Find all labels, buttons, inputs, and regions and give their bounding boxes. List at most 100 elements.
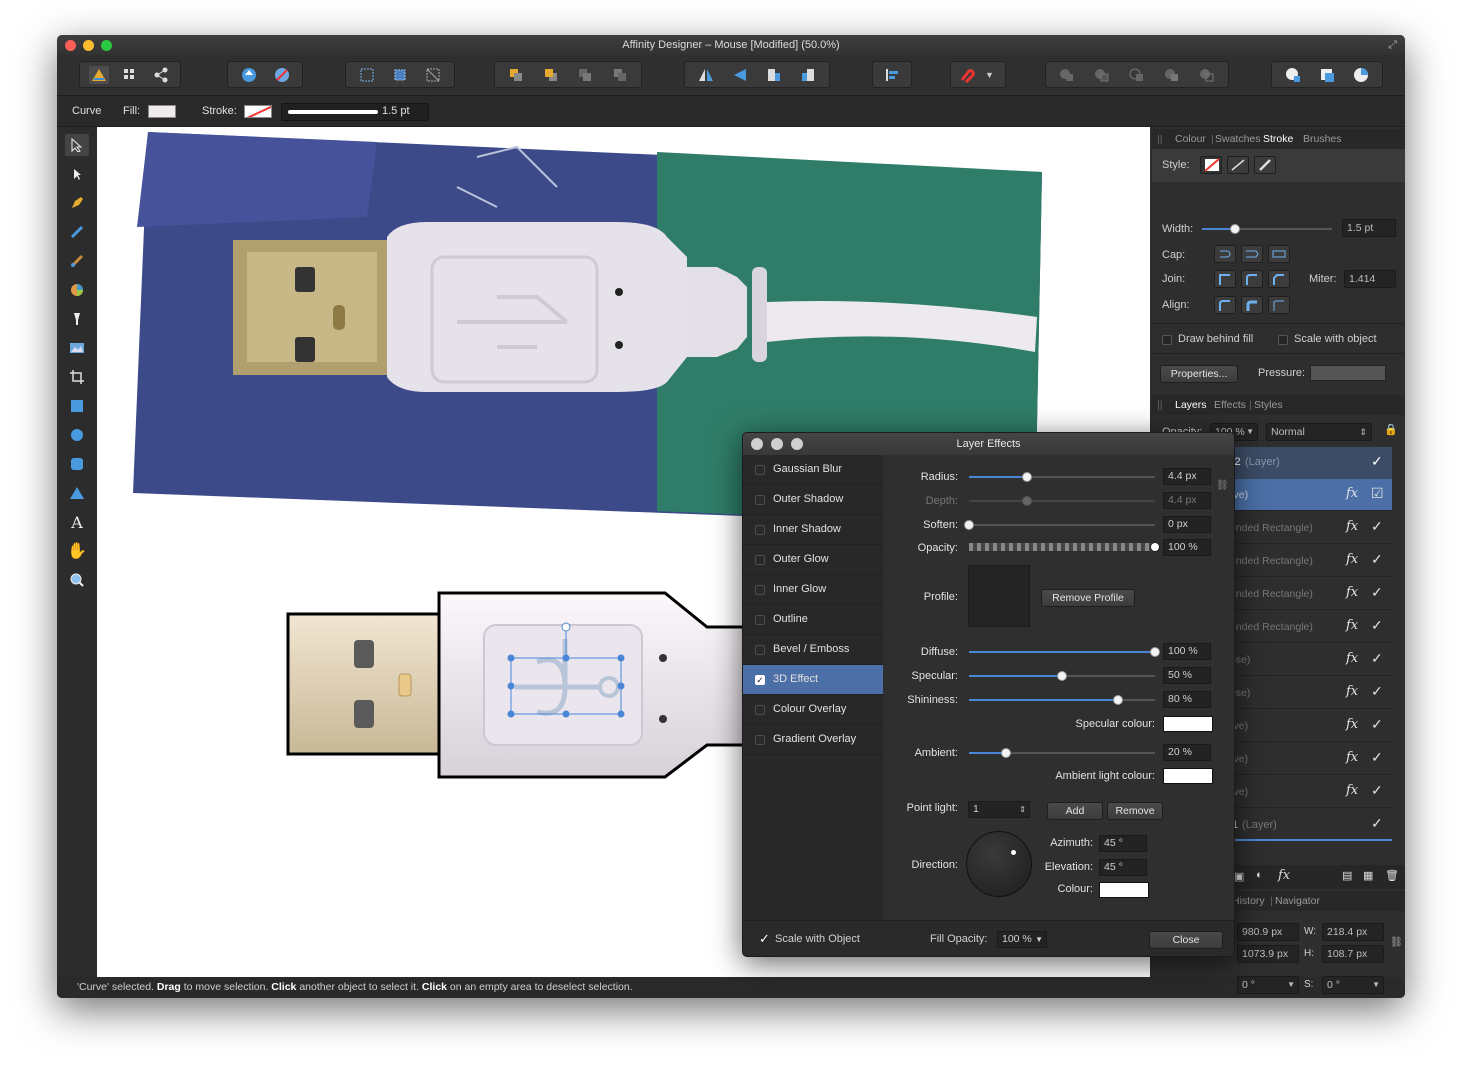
tab-swatches[interactable]: Swatches [1215, 133, 1261, 145]
specular-slider[interactable] [969, 671, 1155, 681]
move-forward-icon[interactable] [541, 66, 561, 84]
transform-r-field[interactable]: 0 ° ▼ [1237, 976, 1299, 994]
hand-tool-icon[interactable]: ✋ [65, 540, 89, 562]
align-inside-icon[interactable] [1241, 296, 1263, 314]
adjustment-icon[interactable]: ◐ [1256, 869, 1263, 881]
tab-styles[interactable]: Styles [1254, 399, 1283, 411]
fx-icon[interactable]: fx [1346, 618, 1358, 633]
fx-icon[interactable]: fx [1346, 750, 1358, 765]
visibility-check-icon[interactable]: ✓ [1371, 617, 1383, 634]
fill-tool-icon[interactable] [65, 279, 89, 301]
add-layer-icon[interactable]: ▤ [1342, 869, 1352, 882]
zoom-tool-icon[interactable] [65, 569, 89, 591]
insert-top-icon[interactable] [1351, 66, 1371, 84]
remove-profile-button[interactable]: Remove Profile [1041, 589, 1135, 607]
text-tool-icon[interactable]: A [65, 511, 89, 533]
effect-checkbox[interactable]: ✓ [755, 675, 765, 685]
effect-checkbox[interactable] [755, 735, 765, 745]
visibility-check-icon[interactable]: ✓ [1371, 782, 1383, 799]
shininess-slider[interactable] [969, 695, 1155, 705]
opacity-slider[interactable] [969, 542, 1160, 552]
shininess-field[interactable]: 80 % [1163, 691, 1211, 708]
move-back-icon[interactable] [506, 66, 526, 84]
diffuse-field[interactable]: 100 % [1163, 643, 1211, 660]
radius-field[interactable]: 4.4 px [1163, 468, 1211, 485]
add-light-button[interactable]: Add [1047, 802, 1103, 820]
boolean-xor-icon[interactable] [1162, 66, 1182, 84]
trash-icon[interactable]: 🗑 [1385, 869, 1399, 882]
move-tool-icon[interactable] [65, 134, 89, 156]
properties-button[interactable]: Properties... [1160, 365, 1238, 383]
tab-stroke[interactable]: Stroke [1263, 133, 1293, 145]
draw-behind-fill-checkbox[interactable] [1162, 335, 1172, 345]
dialog-close-button[interactable] [751, 438, 763, 450]
flip-vertical-icon[interactable] [730, 66, 750, 84]
style-solid-button[interactable] [1227, 156, 1249, 174]
remove-light-button[interactable]: Remove [1107, 802, 1163, 820]
depth-field[interactable]: 4.4 px [1163, 492, 1211, 509]
no-snap-icon[interactable] [272, 66, 292, 84]
cap-butt-icon[interactable] [1214, 245, 1236, 263]
visibility-check-icon[interactable]: ✓ [1371, 518, 1383, 535]
align-outside-icon[interactable] [1268, 296, 1290, 314]
join-bevel-icon[interactable] [1268, 270, 1290, 288]
view-mode-1-icon[interactable] [357, 66, 377, 84]
transform-x-field[interactable]: 980.9 px [1237, 923, 1299, 941]
blend-mode-select[interactable]: Normal ⇕ [1266, 423, 1372, 441]
lock-icon[interactable]: 🔒 [1384, 423, 1398, 436]
tab-effects[interactable]: Effects [1214, 399, 1246, 411]
view-mode-3-icon[interactable] [423, 66, 443, 84]
upload-icon[interactable] [239, 66, 259, 84]
transform-h-field[interactable]: 108.7 px [1322, 945, 1384, 963]
zoom-window-button[interactable] [101, 40, 112, 51]
visibility-check-icon[interactable]: ✓ [1371, 683, 1383, 700]
designer-persona-icon[interactable] [89, 65, 110, 84]
scale-with-object-checkbox[interactable] [1278, 335, 1288, 345]
visibility-check-icon[interactable]: ✓ [1371, 749, 1383, 766]
effect-item[interactable]: Outer Shadow [743, 485, 883, 515]
effect-checkbox[interactable] [755, 465, 765, 475]
visibility-check-icon[interactable]: ✓ [1371, 650, 1383, 667]
visibility-check-icon[interactable]: ✓ [1371, 551, 1383, 568]
stroke-swatch[interactable] [244, 105, 272, 118]
insert-inside-icon[interactable] [1317, 66, 1337, 84]
ambient-field[interactable]: 20 % [1163, 744, 1211, 761]
specular-colour-swatch[interactable] [1163, 716, 1213, 732]
style-none-button[interactable] [1200, 156, 1222, 174]
visibility-check-icon[interactable]: ✓ [1371, 716, 1383, 733]
opacity-field[interactable]: 100 % [1163, 539, 1211, 556]
tab-colour[interactable]: Colour [1175, 133, 1206, 145]
fx-icon[interactable]: fx [1346, 552, 1358, 567]
point-light-stepper[interactable]: 1 ⇕ [968, 801, 1030, 818]
effect-checkbox[interactable] [755, 585, 765, 595]
minimize-window-button[interactable] [83, 40, 94, 51]
width-field[interactable]: 1.5 pt [1342, 219, 1396, 237]
miter-field[interactable]: 1.414 [1344, 270, 1396, 288]
effect-item[interactable]: Outer Glow [743, 545, 883, 575]
fx-icon[interactable]: fx [1346, 486, 1358, 501]
rounded-rectangle-tool-icon[interactable] [65, 453, 89, 475]
depth-slider[interactable] [969, 496, 1155, 506]
rectangle-tool-icon[interactable] [65, 395, 89, 417]
cap-square-icon[interactable] [1268, 245, 1290, 263]
move-bottom-icon[interactable] [610, 66, 630, 84]
profile-graph[interactable] [968, 565, 1030, 627]
effect-checkbox[interactable] [755, 555, 765, 565]
duplicate-layer-icon[interactable]: ▦ [1363, 869, 1373, 882]
fx-icon[interactable]: fx [1346, 585, 1358, 600]
boolean-subtract-icon[interactable] [1092, 66, 1112, 84]
tab-history[interactable]: History [1232, 895, 1265, 907]
move-front-icon[interactable] [575, 66, 595, 84]
diffuse-slider[interactable] [969, 647, 1160, 657]
effect-checkbox[interactable] [755, 705, 765, 715]
transform-y-field[interactable]: 1073.9 px [1237, 945, 1299, 963]
boolean-divide-icon[interactable] [1197, 66, 1217, 84]
insert-behind-icon[interactable] [1283, 66, 1303, 84]
visibility-check-icon[interactable]: ✓ [1371, 453, 1383, 470]
snapping-magnet-icon[interactable] [957, 66, 977, 84]
tab-navigator[interactable]: Navigator [1275, 895, 1320, 907]
triangle-tool-icon[interactable] [65, 482, 89, 504]
boolean-intersect-icon[interactable] [1127, 66, 1147, 84]
scale-with-object-check-icon[interactable]: ✓ [759, 931, 770, 947]
ambient-colour-swatch[interactable] [1163, 768, 1213, 784]
